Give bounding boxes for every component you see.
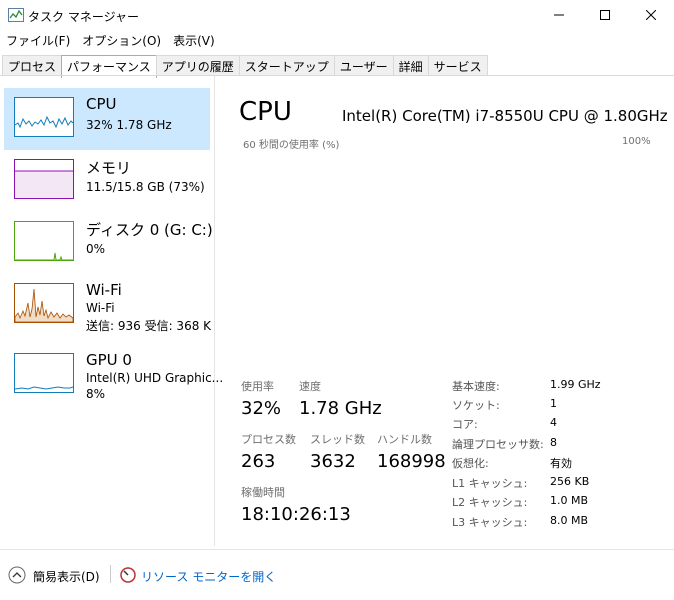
graph-caption: 60 秒間の使用率 (%)	[243, 140, 340, 151]
maximize-button[interactable]	[582, 0, 628, 30]
speed-value: 1.78 GHz	[299, 398, 382, 419]
maximize-icon	[600, 10, 610, 20]
spec-key: コア:	[452, 418, 478, 431]
sidebar-memory-title: メモリ	[86, 159, 132, 177]
tab-details[interactable]: 詳細	[392, 55, 429, 76]
footer-divider	[0, 549, 674, 550]
spec-value: 8.0 MB	[550, 514, 589, 527]
spec-key: 仮想化:	[452, 457, 489, 470]
spec-key: ソケット:	[452, 399, 500, 412]
spec-value: 有効	[550, 457, 572, 470]
gpu-mini-graph	[14, 353, 74, 393]
cpu-model-name: Intel(R) Core(TM) i7-8550U CPU @ 1.80GHz	[342, 107, 668, 125]
memory-mini-graph	[14, 159, 74, 199]
tab-app-history[interactable]: アプリの履歴	[155, 55, 240, 76]
threads-label: スレッド数	[310, 433, 365, 446]
handles-label: ハンドル数	[377, 433, 432, 446]
chevron-up-icon	[8, 566, 26, 584]
spec-key: L3 キャッシュ:	[452, 516, 528, 529]
sidebar-item-gpu[interactable]: GPU 0 Intel(R) UHD Graphic... 8%	[4, 344, 223, 406]
resource-monitor-icon	[120, 567, 136, 583]
menu-bar: ファイル(F) オプション(O) 表示(V)	[0, 32, 221, 50]
spec-value: 8	[550, 436, 557, 449]
resource-monitor-label: リソース モニターを開く	[141, 570, 277, 584]
spec-key: L1 キャッシュ:	[452, 477, 528, 490]
page-title: CPU	[239, 97, 292, 127]
sidebar-cpu-title: CPU	[86, 95, 117, 113]
sidebar-gpu-title: GPU 0	[86, 351, 132, 369]
disk-mini-graph	[14, 221, 74, 261]
tab-startup[interactable]: スタートアップ	[238, 55, 335, 76]
minimize-icon	[554, 14, 564, 16]
spec-key: 基本速度:	[452, 380, 500, 393]
speed-label: 速度	[299, 380, 321, 393]
spec-value: 4	[550, 416, 557, 429]
spec-value: 1	[550, 397, 557, 410]
uptime-label: 稼働時間	[241, 486, 285, 499]
processes-label: プロセス数	[241, 433, 296, 446]
spec-value: 256 KB	[550, 475, 590, 488]
window-title: タスク マネージャー	[28, 10, 139, 24]
performance-sidebar: CPU 32% 1.78 GHz メモリ 11.5/15.8 GB (73%) …	[0, 76, 223, 546]
title-bar[interactable]: タスク マネージャー	[0, 0, 674, 30]
sidebar-disk-usage: 0%	[86, 242, 106, 256]
sidebar-wifi-title: Wi-Fi	[86, 281, 122, 299]
sidebar-wifi-adapter: Wi-Fi	[86, 301, 115, 315]
tab-users[interactable]: ユーザー	[333, 55, 394, 76]
cpu-mini-graph	[14, 97, 74, 137]
sidebar-disk-title: ディスク 0 (G: C:)	[86, 221, 213, 239]
close-button[interactable]	[628, 0, 674, 30]
tab-services[interactable]: サービス	[427, 55, 488, 76]
footer-separator	[110, 565, 111, 583]
sidebar-gpu-model: Intel(R) UHD Graphic...	[86, 371, 224, 385]
spec-key: 論理プロセッサ数:	[452, 438, 544, 451]
sidebar-item-memory[interactable]: メモリ 11.5/15.8 GB (73%)	[4, 150, 210, 212]
tab-processes[interactable]: プロセス	[2, 55, 63, 76]
sidebar-wifi-throughput: 送信: 936 受信: 368 Kbps	[86, 319, 212, 333]
threads-value: 3632	[310, 451, 356, 472]
sidebar-item-disk[interactable]: ディスク 0 (G: C:) 0%	[4, 212, 213, 274]
sidebar-cpu-usage: 32% 1.78 GHz	[86, 118, 172, 132]
spec-value: 1.0 MB	[550, 494, 589, 507]
sidebar-item-cpu[interactable]: CPU 32% 1.78 GHz	[4, 88, 210, 150]
tab-strip: プロセス パフォーマンス アプリの履歴 スタートアップ ユーザー 詳細 サービス	[2, 55, 488, 78]
handles-value: 168998	[377, 451, 446, 472]
task-manager-icon	[8, 8, 24, 22]
fewer-details-label: 簡易表示(D)	[33, 570, 100, 584]
uptime-value: 18:10:26:13	[241, 504, 351, 525]
close-icon	[646, 10, 656, 20]
menu-options[interactable]: オプション(O)	[82, 34, 161, 48]
sidebar-memory-usage: 11.5/15.8 GB (73%)	[86, 180, 205, 194]
sidebar-item-wifi[interactable]: Wi-Fi Wi-Fi 送信: 936 受信: 368 Kbps	[4, 274, 212, 336]
usage-label: 使用率	[241, 380, 274, 393]
menu-file[interactable]: ファイル(F)	[6, 34, 70, 48]
menu-view[interactable]: 表示(V)	[173, 34, 215, 48]
sidebar-gpu-usage: 8%	[86, 387, 106, 401]
spec-value: 1.99 GHz	[550, 378, 601, 391]
minimize-button[interactable]	[536, 0, 582, 30]
usage-value: 32%	[241, 398, 282, 419]
processes-value: 263	[241, 451, 276, 472]
spec-key: L2 キャッシュ:	[452, 496, 528, 509]
wifi-mini-graph	[14, 283, 74, 323]
graph-max-label: 100%	[622, 136, 651, 147]
